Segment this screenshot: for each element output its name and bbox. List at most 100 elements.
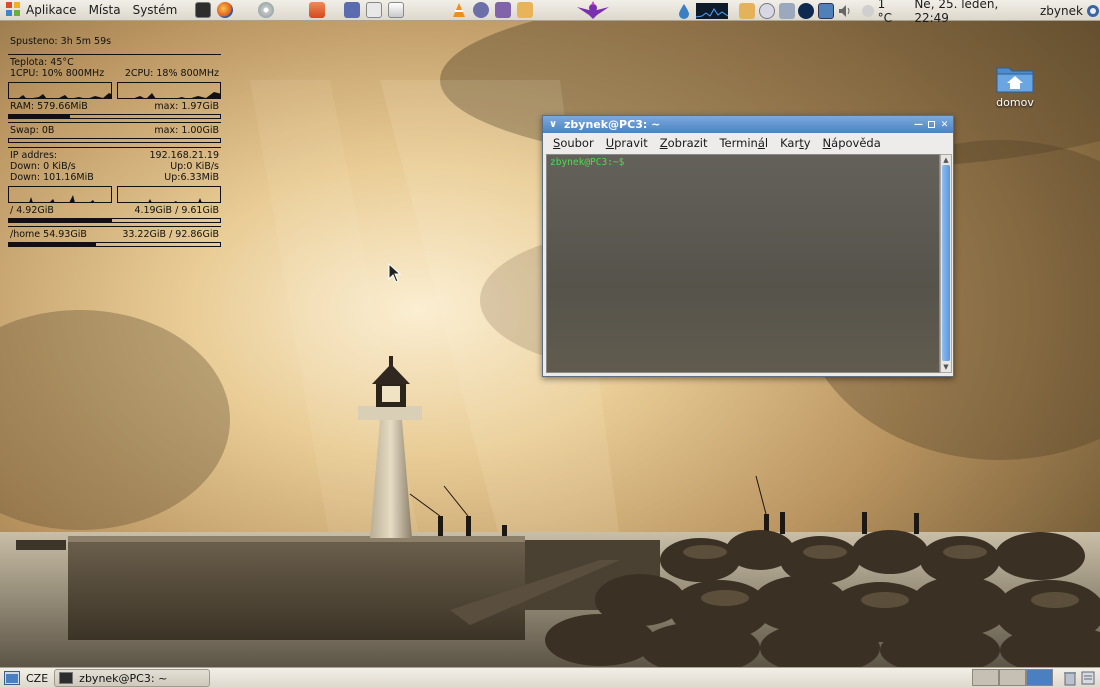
notes-icon[interactable] — [1080, 670, 1096, 686]
menu-system-label: Systém — [132, 3, 178, 17]
ram-bar — [8, 114, 221, 119]
cpu2-label: 2CPU: 18% 800MHz — [124, 68, 219, 79]
menu-karty-rest: y — [803, 136, 811, 150]
desktop-icon-domov[interactable]: domov — [990, 62, 1040, 109]
cpu1-label: 1CPU: 10% 800MHz — [10, 68, 105, 79]
menu-system[interactable]: Systém — [127, 0, 184, 21]
mail-icon[interactable] — [364, 0, 384, 20]
terminal-icon[interactable] — [193, 0, 213, 20]
home-folder-icon — [990, 62, 1040, 94]
conky-system-monitor: Spusteno: 3h 5m 59s Teplota: 45°C 1CPU: … — [8, 36, 221, 249]
menu-napoveda-mnemonic: N — [822, 136, 832, 150]
up-rate: Up:0 KiB/s — [170, 161, 219, 172]
rate-row: Down: 0 KiB/s Up:0 KiB/s — [8, 161, 221, 172]
disk-icon[interactable] — [256, 0, 276, 20]
root-fs-row: / 4.92GiB 4.19GiB / 9.61GiB — [8, 205, 221, 216]
desktop-icon-label: domov — [996, 96, 1034, 109]
package-icon[interactable] — [515, 0, 535, 20]
ip-row: IP addres: 192.168.21.19 — [8, 150, 221, 161]
home-fs-usage: 33.22GiB / 92.86GiB — [122, 229, 219, 240]
water-drop-icon[interactable] — [675, 1, 693, 21]
weather-icon[interactable] — [859, 1, 877, 21]
menu-terminal-mnemonic: á — [757, 136, 765, 150]
clock-sync-icon[interactable] — [758, 1, 776, 21]
basket-icon[interactable] — [307, 0, 327, 20]
swap-max: max: 1.00GiB — [154, 125, 219, 136]
menu-mista[interactable]: Místa — [83, 0, 127, 21]
folder-icon[interactable] — [739, 1, 757, 21]
window-menu-icon[interactable]: ∨ — [546, 119, 560, 130]
text-editor-icon[interactable] — [493, 0, 513, 20]
menu-napoveda-rest: ápověda — [831, 136, 881, 150]
pidgin-icon[interactable] — [471, 0, 491, 20]
temperature: Teplota: 45°C — [8, 57, 221, 68]
cpu2-graph — [117, 82, 221, 99]
swap-label: Swap: 0B — [10, 125, 55, 136]
minimize-icon[interactable]: — — [913, 119, 924, 130]
shutdown-icon[interactable] — [1086, 4, 1100, 18]
ram-label: RAM: 579.66MiB — [10, 101, 88, 112]
menu-upravit-rest: pravit — [614, 136, 648, 150]
taskbar-terminal-icon — [59, 672, 74, 684]
scroll-down-icon[interactable]: ▼ — [941, 362, 951, 372]
terminal-scrollbar[interactable]: ▲ ▼ — [940, 154, 952, 373]
workspace-3[interactable] — [1026, 669, 1053, 686]
show-desktop-icon[interactable] — [4, 671, 20, 685]
display-icon[interactable] — [817, 1, 835, 21]
trash-icon[interactable] — [1062, 670, 1078, 686]
cpu1-graph — [8, 82, 112, 99]
swap-row: Swap: 0B max: 1.00GiB — [8, 125, 221, 136]
bottom-panel: CZE zbynek@PC3: ~ — [0, 667, 1100, 688]
total-row: Down: 101.16MiB Up:6.33MiB — [8, 172, 221, 183]
ip-value: 192.168.21.19 — [149, 150, 219, 161]
menu-zobrazit[interactable]: Zobrazit — [654, 136, 714, 150]
audio-app-icon[interactable] — [797, 1, 815, 21]
terminal-titlebar[interactable]: ∨ zbynek@PC3: ~ — ✕ — [543, 116, 953, 133]
root-fs-label: / 4.92GiB — [10, 205, 54, 216]
taskbar-terminal-label: zbynek@PC3: ~ — [79, 671, 168, 685]
vlc-icon[interactable] — [449, 0, 469, 20]
swap-bar — [8, 138, 221, 143]
menu-aplikace-label: Aplikace — [26, 3, 77, 17]
menu-karty-prefix: Kar — [780, 136, 800, 150]
uptime: Spusteno: 3h 5m 59s — [8, 36, 221, 47]
weather-temperature[interactable]: 1 °C — [878, 0, 901, 25]
home-fs-bar — [8, 242, 221, 247]
home-fs-label: /home 54.93GiB — [10, 229, 87, 240]
menu-terminal-rest: l — [764, 136, 769, 150]
menu-aplikace[interactable]: Aplikace — [0, 0, 83, 21]
top-panel: Aplikace Místa Systém 1 °C Ne, 25. leden… — [0, 0, 1100, 25]
menu-upravit-mnemonic: U — [605, 136, 615, 150]
terminal-prompt: zbynek@PC3:~$ — [550, 157, 625, 168]
clock[interactable]: Ne, 25. leden, 22:49 — [914, 0, 1022, 25]
mouse-pointer-icon — [388, 263, 402, 283]
purple-bird-icon[interactable] — [576, 0, 610, 20]
workspace-2[interactable] — [999, 669, 1026, 686]
envelope-icon[interactable] — [386, 0, 406, 20]
terminal-menubar: Soubor Upravit Zobrazit Terminál Karty N… — [543, 133, 953, 153]
scroll-up-icon[interactable]: ▲ — [941, 155, 951, 165]
scrollbar-thumb[interactable] — [942, 165, 950, 361]
menu-napoveda[interactable]: Nápověda — [817, 136, 887, 150]
workspace-switcher[interactable] — [972, 669, 1053, 686]
ram-row: RAM: 579.66MiB max: 1.97GiB — [8, 101, 221, 112]
download-graph — [8, 186, 112, 203]
volume-icon[interactable] — [836, 1, 854, 21]
menu-upravit[interactable]: Upravit — [600, 136, 654, 150]
workspace-1[interactable] — [972, 669, 999, 686]
user-menu[interactable]: zbynek — [1040, 4, 1083, 18]
system-monitor-icon[interactable] — [695, 1, 728, 21]
down-total: Down: 101.16MiB — [10, 172, 94, 183]
menu-terminal[interactable]: Terminál — [713, 136, 774, 150]
menu-soubor[interactable]: Soubor — [547, 136, 600, 150]
terminal-window[interactable]: ∨ zbynek@PC3: ~ — ✕ Soubor Upravit Zobra… — [542, 115, 954, 377]
firefox-icon[interactable] — [215, 0, 235, 20]
close-icon[interactable]: ✕ — [939, 119, 950, 130]
network-icon[interactable] — [778, 1, 796, 21]
taskbar-terminal-button[interactable]: zbynek@PC3: ~ — [54, 669, 211, 687]
maximize-icon[interactable] — [926, 119, 937, 130]
keyboard-layout[interactable]: CZE — [26, 672, 48, 685]
menu-karty[interactable]: Karty — [774, 136, 816, 150]
terminal-output[interactable]: zbynek@PC3:~$ — [546, 154, 940, 373]
emesene-icon[interactable] — [342, 0, 362, 20]
